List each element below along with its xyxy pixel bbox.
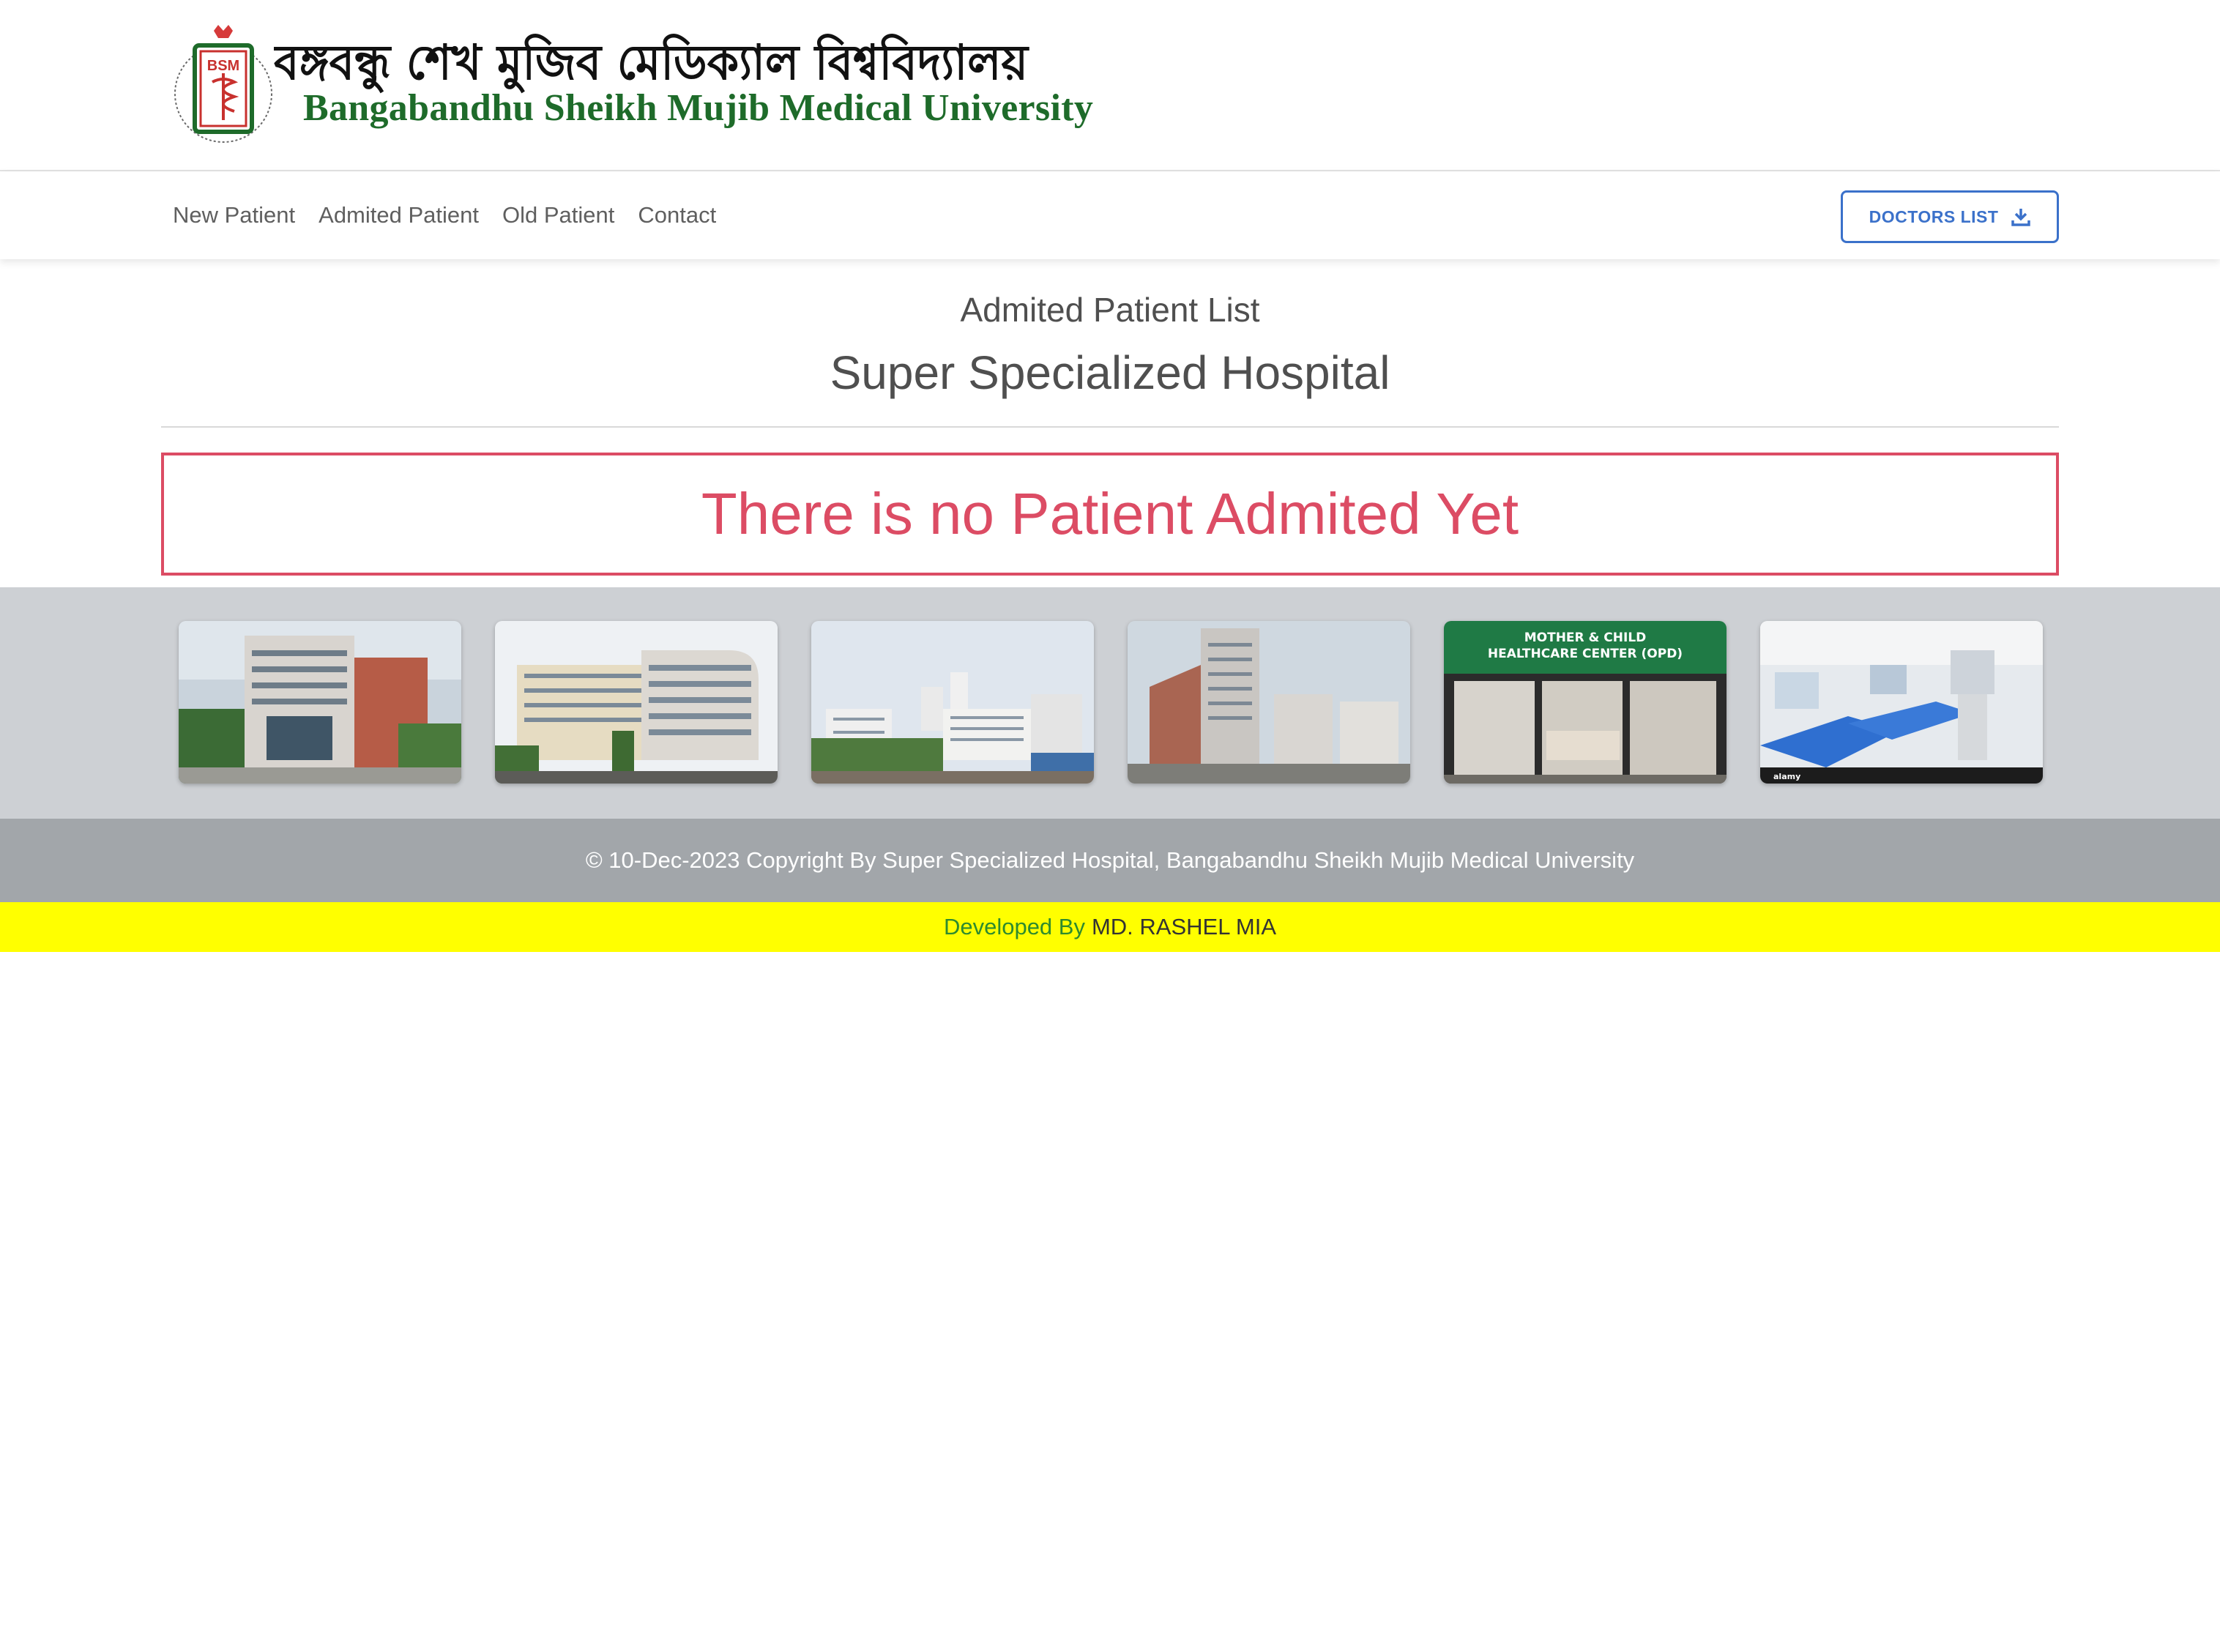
footer-copyright: © 10-Dec-2023 Copyright By Super Special… xyxy=(0,819,2220,902)
developed-by-label: Developed By xyxy=(943,914,1085,940)
campus-skyline-image xyxy=(811,621,1094,784)
title-divider xyxy=(161,426,2059,428)
logo-wordmark-english: Bangabandhu Sheikh Mujib Medical Univers… xyxy=(303,87,1094,129)
developer-credit-bar: Developed By MD. RASHEL MIA xyxy=(0,902,2220,952)
hospital-front-image xyxy=(179,621,461,784)
copyright-text: © 10-Dec-2023 Copyright By Super Special… xyxy=(585,847,1635,873)
mother-child-center-image: MOTHER & CHILD HEALTHCARE CENTER (OPD) xyxy=(1444,621,1727,784)
nav-links: New Patient Admited Patient Old Patient … xyxy=(173,171,740,259)
gallery-image-campus-skyline[interactable] xyxy=(811,621,1094,784)
page-title: Super Specialized Hospital xyxy=(830,346,1390,399)
photo-gallery: MOTHER & CHILD HEALTHCARE CENTER (OPD) a… xyxy=(0,587,2220,819)
gallery-image-hospital-front[interactable] xyxy=(179,621,461,784)
nav-link-old-patient[interactable]: Old Patient xyxy=(502,202,614,228)
nav-link-admited-patient[interactable]: Admited Patient xyxy=(319,202,479,228)
empty-state-message: There is no Patient Admited Yet xyxy=(701,481,1519,546)
site-header: BSM বঙ্গবন্ধু শেখ মুজিব মেডিক্যাল বিশ্বব… xyxy=(0,0,2220,171)
svg-text:HEALTHCARE CENTER (OPD): HEALTHCARE CENTER (OPD) xyxy=(1488,647,1683,661)
gallery-image-hospital-tower[interactable] xyxy=(1128,621,1410,784)
nav-link-contact[interactable]: Contact xyxy=(638,202,716,228)
svg-text:বঙ্গবন্ধু শেখ মুজিব মেডিক্যাল: বঙ্গবন্ধু শেখ মুজিব মেডিক্যাল বিশ্ববিদ্য… xyxy=(274,34,1029,94)
download-icon xyxy=(2011,209,2031,226)
empty-state-alert: There is no Patient Admited Yet xyxy=(161,453,2059,576)
nav-link-new-patient[interactable]: New Patient xyxy=(173,202,295,228)
doctors-list-button[interactable]: DOCTORS LIST xyxy=(1841,190,2059,243)
gallery-image-mother-child-center[interactable]: MOTHER & CHILD HEALTHCARE CENTER (OPD) xyxy=(1444,621,1727,784)
page-subtitle: Admited Patient List xyxy=(960,291,1260,329)
icu-ward-image: alamy xyxy=(1760,621,2043,784)
developer-name: MD. RASHEL MIA xyxy=(1091,914,1277,940)
main-navbar: New Patient Admited Patient Old Patient … xyxy=(0,171,2220,259)
hospital-tower-image xyxy=(1128,621,1410,784)
gallery-image-icu-ward[interactable]: alamy xyxy=(1760,621,2043,784)
doctors-list-label: DOCTORS LIST xyxy=(1869,206,1999,226)
university-logo[interactable]: BSM বঙ্গবন্ধু শেখ মুজিব মেডিক্যাল বিশ্বব… xyxy=(171,21,1093,151)
svg-text:BSM: BSM xyxy=(207,58,239,74)
svg-text:MOTHER & CHILD: MOTHER & CHILD xyxy=(1524,630,1647,645)
university-emblem-icon: BSM xyxy=(174,25,272,143)
university-building-image xyxy=(495,621,778,784)
gallery-image-university-building[interactable] xyxy=(495,621,778,784)
svg-text:alamy: alamy xyxy=(1773,772,1800,781)
